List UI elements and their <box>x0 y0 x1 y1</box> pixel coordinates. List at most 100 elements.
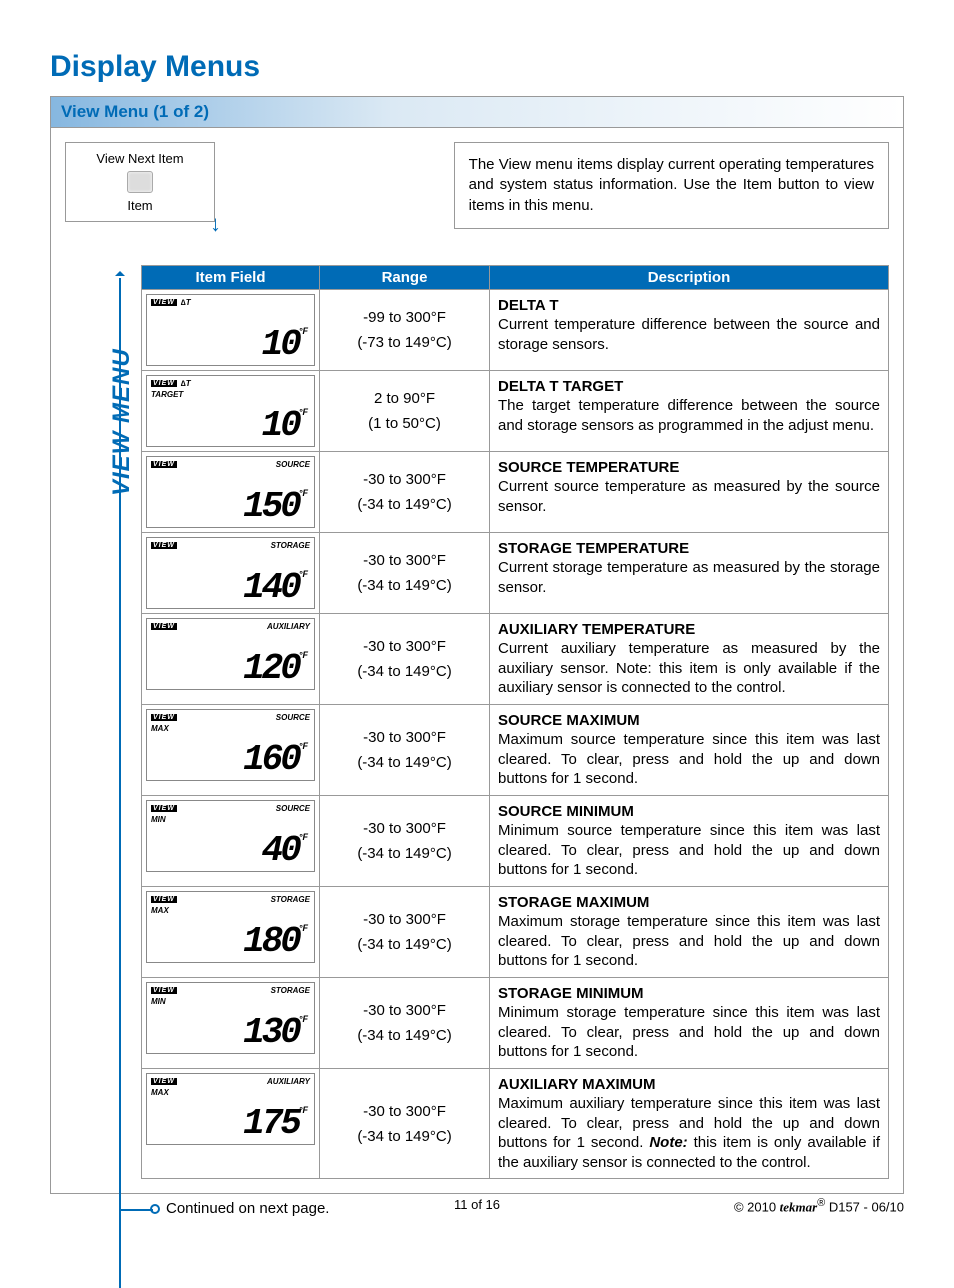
lcd-display: VIEWSTORAGE140°F <box>146 537 315 609</box>
lcd-top-label: AUXILIARY <box>267 1077 310 1086</box>
table-row: VIEWSTORAGE140°F-30 to 300°F(-34 to 149°… <box>142 533 888 614</box>
desc-title: AUXILIARY TEMPERATURE <box>498 620 880 640</box>
lcd-display: VIEW∆TTARGET10°F <box>146 375 315 447</box>
range-c: (-34 to 149°C) <box>357 1128 451 1145</box>
range-f: -30 to 300°F <box>363 471 446 488</box>
desc-body: Current temperature difference between t… <box>498 316 880 353</box>
lcd-value: 160°F <box>243 742 308 778</box>
range-f: -30 to 300°F <box>363 638 446 655</box>
desc-body: Current source temperature as measured b… <box>498 478 880 515</box>
lcd-view-tag: VIEW <box>151 542 177 549</box>
range-c: (-73 to 149°C) <box>357 334 451 351</box>
lcd-sub-label: MIN <box>151 815 310 824</box>
item-button-icon[interactable] <box>127 171 153 193</box>
range-cell: -30 to 300°F(-34 to 149°C) <box>320 533 490 613</box>
description-cell: AUXILIARY TEMPERATURECurrent auxiliary t… <box>490 614 888 704</box>
range-f: -30 to 300°F <box>363 729 446 746</box>
item-field-cell: VIEW AUXILIARY MAX 175°F <box>142 1069 320 1179</box>
section-header: View Menu (1 of 2) <box>50 96 904 127</box>
page-footer: 11 of 16 © 2010 tekmar® D157 - 06/10 <box>50 1197 904 1215</box>
description-cell: SOURCE TEMPERATURECurrent source tempera… <box>490 452 888 532</box>
lcd-display: VIEW AUXILIARY MAX 175°F <box>146 1073 315 1145</box>
lcd-sub-label: MAX <box>151 724 310 733</box>
desc-title: SOURCE TEMPERATURE <box>498 458 880 478</box>
item-field-cell: VIEW∆TTARGET10°F <box>142 371 320 451</box>
intro-description: The View menu items display current oper… <box>454 142 889 229</box>
lcd-value: 10°F <box>262 408 308 444</box>
lcd-sub-label: MIN <box>151 997 310 1006</box>
table-row: VIEWAUXILIARY120°F-30 to 300°F(-34 to 14… <box>142 614 888 705</box>
description-cell: STORAGE MAXIMUMMaximum storage temperatu… <box>490 887 888 977</box>
item-field-cell: VIEW∆T10°F <box>142 290 320 370</box>
desc-title: DELTA T TARGET <box>498 377 880 397</box>
desc-title: STORAGE MAXIMUM <box>498 893 880 913</box>
view-next-label-bottom: Item <box>72 198 208 213</box>
desc-title: SOURCE MINIMUM <box>498 802 880 822</box>
table-row: VIEWSOURCEMIN40°F-30 to 300°F(-34 to 149… <box>142 796 888 887</box>
range-cell: 2 to 90°F(1 to 50°C) <box>320 371 490 451</box>
range-cell: -30 to 300°F(-34 to 149°C) <box>320 978 490 1068</box>
lcd-sub-label: TARGET <box>151 390 310 399</box>
view-next-item-box: View Next Item Item <box>65 142 215 222</box>
view-menu-table: VIEW MENU Item Field Range Description V… <box>141 265 889 1180</box>
lcd-view-tag: VIEW <box>151 896 177 903</box>
range-cell: -99 to 300°F (-73 to 149°C) <box>320 290 490 370</box>
description-cell: DELTA T TARGETThe target temperature dif… <box>490 371 888 451</box>
lcd-display: VIEW SOURCE 150°F <box>146 456 315 528</box>
item-field-cell: VIEWSOURCEMIN40°F <box>142 796 320 886</box>
lcd-top-label: STORAGE <box>271 541 310 550</box>
page-title: Display Menus <box>50 50 904 84</box>
footer-copyright: © 2010 tekmar® D157 - 06/10 <box>734 1197 904 1215</box>
arrow-down-icon: ↓ <box>210 213 221 236</box>
lcd-top-label: STORAGE <box>271 986 310 995</box>
lcd-top-label: SOURCE <box>276 713 310 722</box>
item-field-cell: VIEWAUXILIARY120°F <box>142 614 320 704</box>
range-c: (-34 to 149°C) <box>357 845 451 862</box>
lcd-top-label: SOURCE <box>276 460 310 469</box>
lcd-value: 180°F <box>243 924 308 960</box>
range-f: -30 to 300°F <box>363 1002 446 1019</box>
range-cell: -30 to 300°F(-34 to 149°C) <box>320 452 490 532</box>
lcd-display: VIEW∆T10°F <box>146 294 315 366</box>
range-c: (-34 to 149°C) <box>357 936 451 953</box>
lcd-top-label: STORAGE <box>271 895 310 904</box>
header-range: Range <box>320 266 490 289</box>
description-cell: SOURCE MINIMUMMinimum source temperature… <box>490 796 888 886</box>
desc-body: Maximum source temperature since this it… <box>498 731 880 787</box>
lcd-view-tag: VIEW <box>151 1078 177 1085</box>
lcd-sub-label: MAX <box>151 1088 310 1097</box>
lcd-view-tag: VIEW <box>151 299 177 306</box>
range-c: (-34 to 149°C) <box>357 754 451 771</box>
lcd-value: 150°F <box>243 489 308 525</box>
table-row: VIEW∆T10°F-99 to 300°F(-73 to 149°C)DELT… <box>142 290 888 371</box>
lcd-display: VIEWSOURCEMAX160°F <box>146 709 315 781</box>
desc-body: Current auxiliary temperature as measure… <box>498 640 880 696</box>
lcd-display: VIEWSOURCEMIN40°F <box>146 800 315 872</box>
lcd-view-tag: VIEW <box>151 461 177 468</box>
view-next-label-top: View Next Item <box>72 151 208 166</box>
table-row: VIEW AUXILIARY MAX 175°F -30 to 300°F (-34 to… <box>142 1069 888 1180</box>
range-cell: -30 to 300°F (-34 to 149°C) <box>320 1069 490 1179</box>
footer-page-number: 11 of 16 <box>454 1197 500 1212</box>
desc-body: Minimum source temperature since this it… <box>498 822 880 878</box>
lcd-value: 175°F <box>243 1106 308 1142</box>
desc-body: Minimum storage temperature since this i… <box>498 1004 880 1060</box>
lcd-value: 120°F <box>243 651 308 687</box>
desc-title: AUXILIARY MAXIMUM <box>498 1075 880 1095</box>
range-cell: -30 to 300°F (-34 to 149°C) <box>320 705 490 795</box>
lcd-top-label: AUXILIARY <box>267 622 310 631</box>
desc-note-label: Note: <box>649 1134 687 1151</box>
table-row: VIEWSTORAGEMIN130°F-30 to 300°F(-34 to 1… <box>142 978 888 1069</box>
range-c: (-34 to 149°C) <box>357 663 451 680</box>
range-f: -99 to 300°F <box>363 309 446 326</box>
lcd-value: 40°F <box>262 833 308 869</box>
lcd-value: 130°F <box>243 1015 308 1051</box>
item-field-cell: VIEWSOURCEMAX160°F <box>142 705 320 795</box>
range-f: -30 to 300°F <box>363 1103 446 1120</box>
range-f: -30 to 300°F <box>363 552 446 569</box>
range-cell: -30 to 300°F (-34 to 149°C) <box>320 614 490 704</box>
description-cell: STORAGE TEMPERATURECurrent storage tempe… <box>490 533 888 613</box>
range-c: (1 to 50°C) <box>368 415 441 432</box>
side-label-view-menu: VIEW MENU <box>108 348 136 496</box>
description-cell: STORAGE MINIMUMMinimum storage temperatu… <box>490 978 888 1068</box>
